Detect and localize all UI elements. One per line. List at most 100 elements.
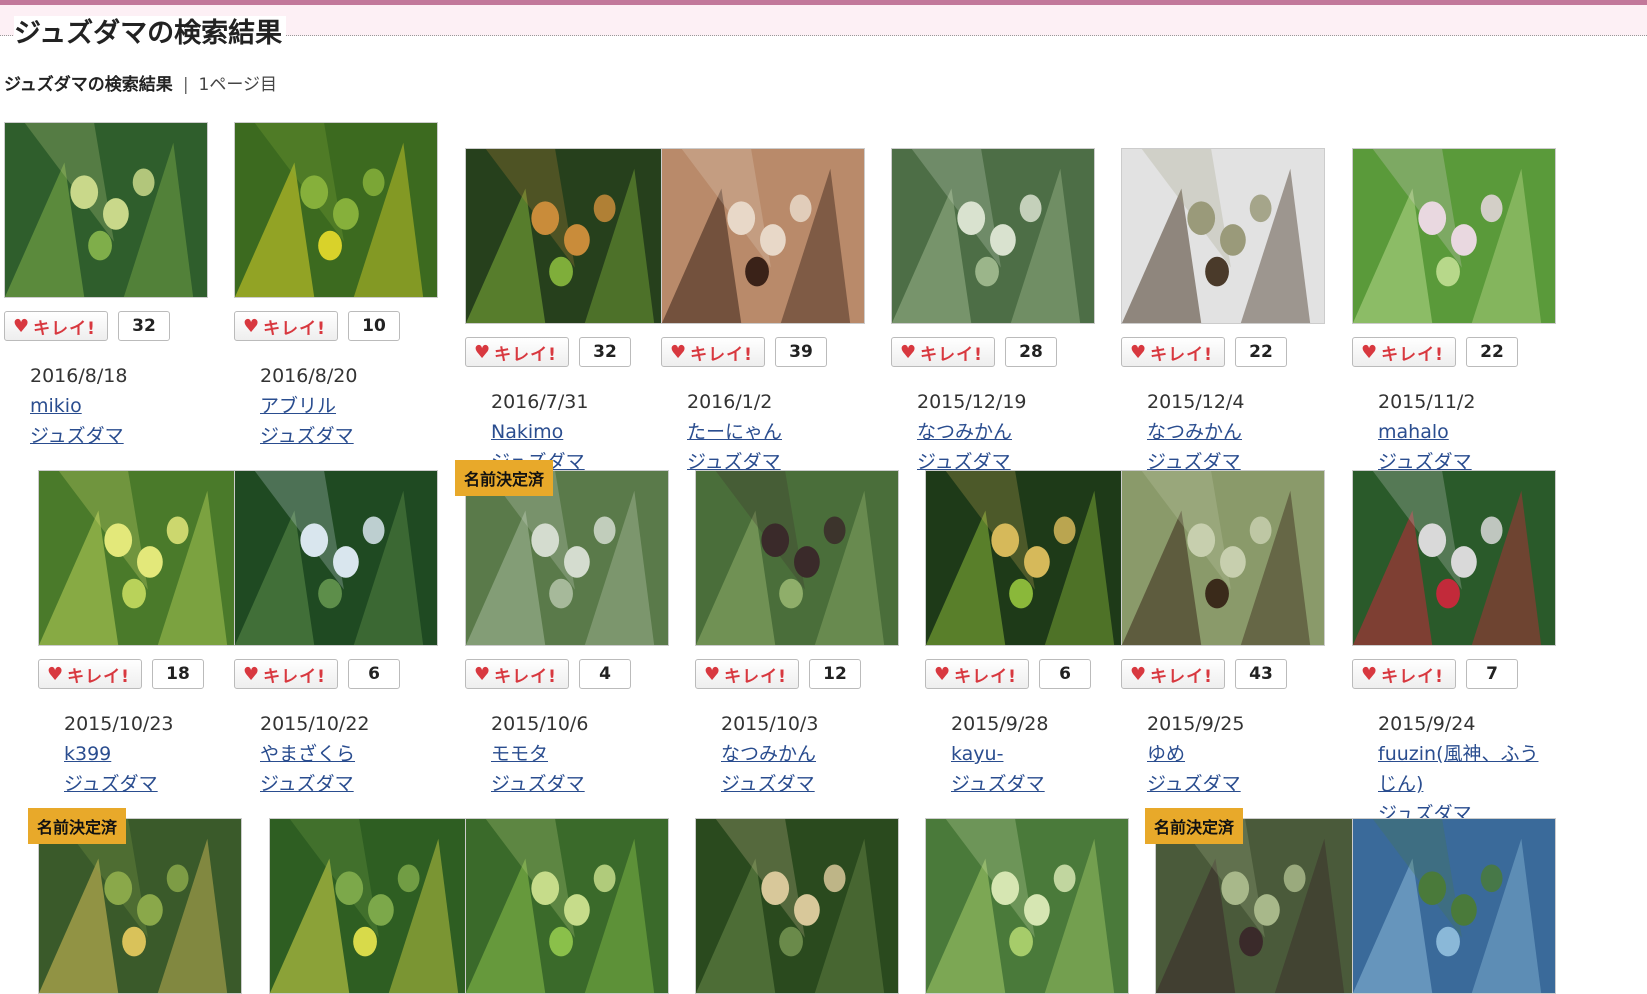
kirei-like-button[interactable]: ♥ キレイ!: [695, 659, 799, 689]
user-link[interactable]: ゆめ: [1147, 739, 1325, 769]
like-label: キレイ!: [920, 344, 983, 365]
plant-name-link[interactable]: ジュズダマ: [1147, 769, 1325, 799]
result-card: ♥ キレイ! 43 2015/9/25 ゆめ ジュズダマ: [1121, 470, 1325, 799]
result-card: [1352, 818, 1556, 994]
user-link[interactable]: アブリル: [260, 391, 438, 421]
result-card: ♥ キレイ! 7 2015/9/24 fuuzin(風神、ふうじん) ジュズダマ: [1352, 470, 1556, 829]
user-link[interactable]: fuuzin(風神、ふうじん): [1378, 739, 1556, 799]
kirei-like-button[interactable]: ♥ キレイ!: [38, 659, 142, 689]
page-title: ジュズダマの検索結果: [14, 16, 287, 52]
breadcrumb: ジュズダマの検索結果 | 1ページ目: [4, 70, 277, 95]
plant-photo[interactable]: [269, 818, 473, 994]
plant-photo[interactable]: [234, 470, 438, 646]
kirei-like-button[interactable]: ♥ キレイ!: [234, 311, 338, 341]
breadcrumb-label: ジュズダマの検索結果: [4, 75, 173, 95]
plant-photo[interactable]: [925, 470, 1129, 646]
post-date: 2016/1/2: [687, 391, 773, 413]
like-count: 43: [1235, 659, 1287, 689]
plant-photo[interactable]: [1352, 148, 1556, 324]
breadcrumb-separator: |: [182, 75, 189, 95]
plant-name-link[interactable]: ジュズダマ: [260, 421, 438, 451]
user-link[interactable]: なつみかん: [1147, 417, 1325, 447]
plant-photo[interactable]: [891, 148, 1095, 324]
kirei-like-button[interactable]: ♥ キレイ!: [1121, 337, 1225, 367]
kirei-like-button[interactable]: ♥ キレイ!: [465, 337, 569, 367]
name-decided-badge: 名前決定済: [455, 460, 554, 496]
kirei-like-button[interactable]: ♥ キレイ!: [925, 659, 1029, 689]
result-card: ♥ キレイ! 22 2015/12/4 なつみかん ジュズダマ: [1121, 148, 1325, 477]
like-count: 28: [1005, 337, 1057, 367]
plant-photo[interactable]: [1121, 470, 1325, 646]
plant-photo[interactable]: [1155, 818, 1359, 994]
plant-photo[interactable]: [465, 148, 669, 324]
result-card: ♥ キレイ! 6 2015/9/28 kayu- ジュズダマ: [925, 470, 1129, 799]
plant-name-link[interactable]: ジュズダマ: [30, 421, 208, 451]
plant-photo[interactable]: [38, 470, 242, 646]
plant-photo[interactable]: [695, 818, 899, 994]
heart-icon: ♥: [13, 315, 31, 337]
plant-photo[interactable]: [1121, 148, 1325, 324]
user-link[interactable]: Nakimo: [491, 417, 669, 447]
user-link[interactable]: なつみかん: [721, 739, 899, 769]
user-link[interactable]: k399: [64, 739, 242, 769]
plant-photo[interactable]: [695, 470, 899, 646]
plant-photo[interactable]: [465, 818, 669, 994]
plant-photo[interactable]: [1352, 818, 1556, 994]
user-link[interactable]: mikio: [30, 391, 208, 421]
plant-photo[interactable]: [661, 148, 865, 324]
heart-icon: ♥: [1361, 663, 1379, 685]
post-date: 2015/10/6: [491, 713, 589, 735]
kirei-like-button[interactable]: ♥ キレイ!: [465, 659, 569, 689]
like-label: キレイ!: [263, 666, 326, 687]
heart-icon: ♥: [243, 663, 261, 685]
like-label: キレイ!: [494, 344, 557, 365]
kirei-like-button[interactable]: ♥ キレイ!: [4, 311, 108, 341]
plant-photo[interactable]: [465, 470, 669, 646]
user-link[interactable]: kayu-: [951, 739, 1129, 769]
heart-icon: ♥: [474, 341, 492, 363]
kirei-like-button[interactable]: ♥ キレイ!: [234, 659, 338, 689]
result-card: 名前決定済: [28, 808, 242, 994]
plant-photo[interactable]: [1352, 470, 1556, 646]
user-link[interactable]: mahalo: [1378, 417, 1556, 447]
like-count: 6: [1039, 659, 1091, 689]
user-link[interactable]: たーにゃん: [687, 417, 865, 447]
like-label: キレイ!: [1150, 666, 1213, 687]
plant-name-link[interactable]: ジュズダマ: [721, 769, 899, 799]
plant-name-link[interactable]: ジュズダマ: [951, 769, 1129, 799]
result-card: ♥ キレイ! 18 2015/10/23 k399 ジュズダマ: [38, 470, 242, 799]
user-link[interactable]: やまざくら: [260, 739, 438, 769]
plant-photo[interactable]: [4, 122, 208, 298]
plant-name-link[interactable]: ジュズダマ: [260, 769, 438, 799]
heart-icon: ♥: [1361, 341, 1379, 363]
name-decided-badge: 名前決定済: [1145, 808, 1244, 844]
like-count: 4: [579, 659, 631, 689]
result-card: ♥キレイ! 32 2016/7/31 Nakimo ジュズダマ: [465, 148, 669, 477]
plant-photo[interactable]: [925, 818, 1129, 994]
like-label: キレイ!: [1381, 344, 1444, 365]
user-link[interactable]: なつみかん: [917, 417, 1095, 447]
kirei-like-button[interactable]: ♥ キレイ!: [1121, 659, 1225, 689]
user-link[interactable]: モモタ: [491, 739, 669, 769]
result-card: ♥ キレイ! 32 2016/8/18 mikio ジュズダマ: [4, 122, 208, 451]
like-count: 7: [1466, 659, 1518, 689]
kirei-like-button[interactable]: ♥ キレイ!: [661, 337, 765, 367]
plant-name-link[interactable]: ジュズダマ: [491, 769, 669, 799]
post-date: 2015/9/24: [1378, 713, 1476, 735]
kirei-like-button[interactable]: ♥ キレイ!: [1352, 659, 1456, 689]
plant-name-link[interactable]: ジュズダマ: [64, 769, 242, 799]
heart-icon: ♥: [670, 341, 688, 363]
heart-icon: ♥: [474, 663, 492, 685]
result-card: ♥ キレイ! 22 2015/11/2 mahalo ジュズダマ: [1352, 148, 1556, 477]
heart-icon: ♥: [900, 341, 918, 363]
like-count: 32: [118, 311, 170, 341]
heart-icon: ♥: [47, 663, 65, 685]
post-date: 2015/9/28: [951, 713, 1049, 735]
plant-photo[interactable]: [234, 122, 438, 298]
kirei-like-button[interactable]: ♥ キレイ!: [1352, 337, 1456, 367]
result-card: [925, 818, 1129, 994]
plant-photo[interactable]: [38, 818, 242, 994]
like-label: キレイ!: [494, 666, 557, 687]
post-date: 2015/10/23: [64, 713, 174, 735]
kirei-like-button[interactable]: ♥ キレイ!: [891, 337, 995, 367]
